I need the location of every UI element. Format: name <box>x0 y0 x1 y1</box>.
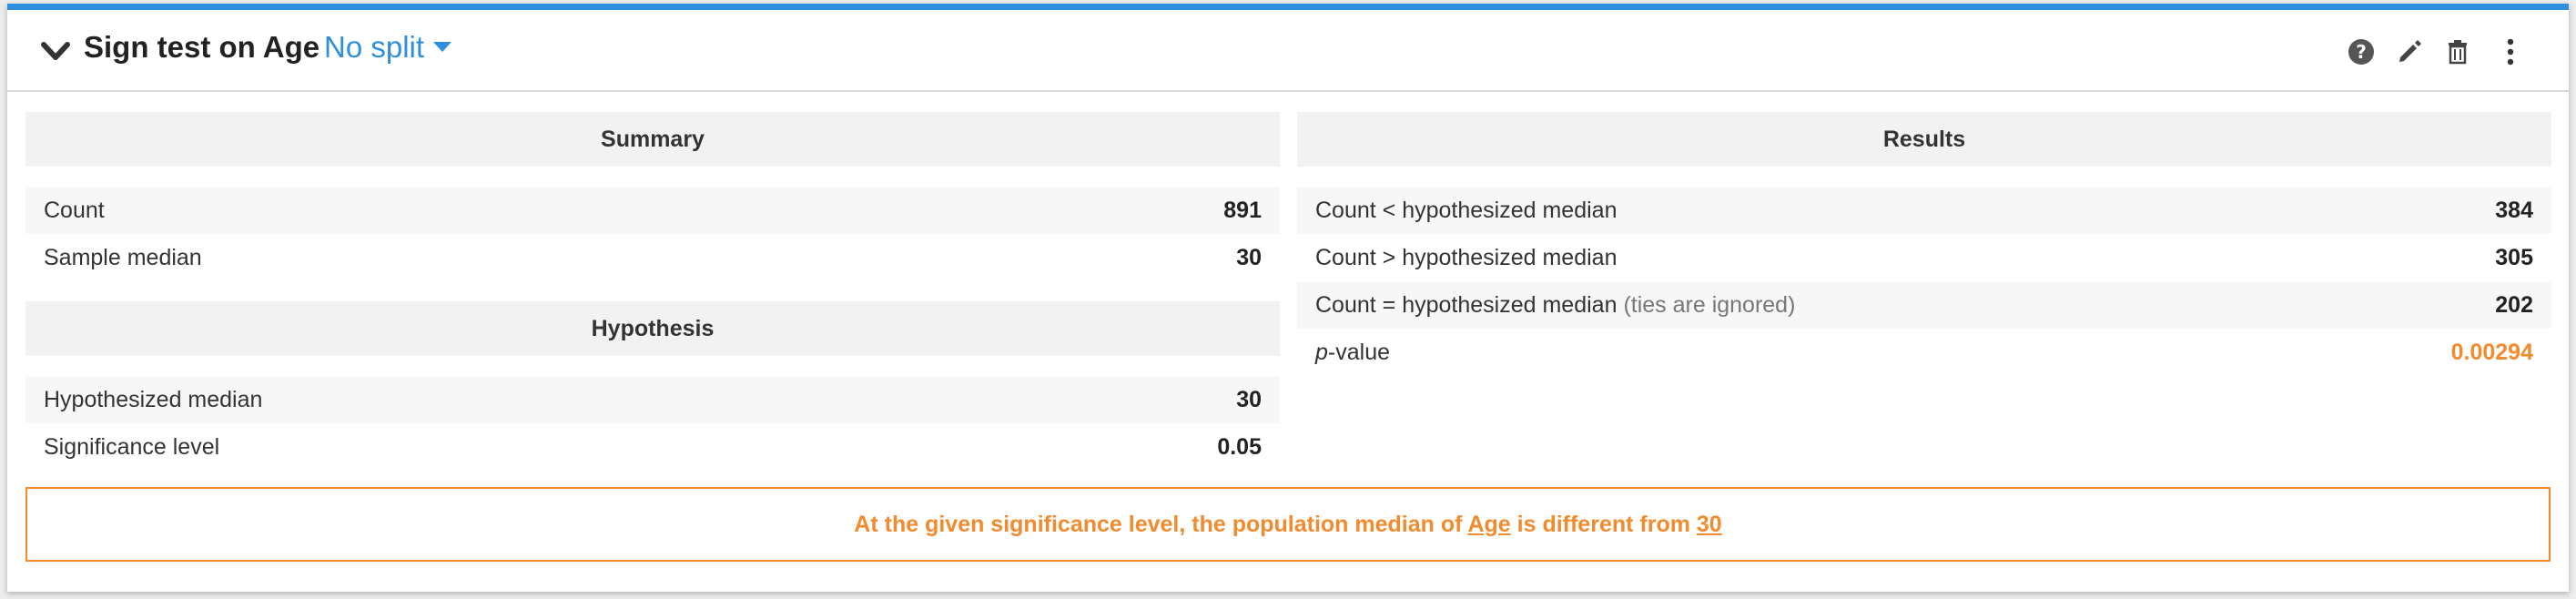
row-label: Count <box>44 197 105 223</box>
row-label: Count = hypothesized median <box>1315 291 1618 318</box>
hypothesis-rows: Hypothesized median 30 Significance leve… <box>25 376 1280 471</box>
summary-rows: Count 891 Sample median 30 <box>25 187 1280 281</box>
results-row-less: Count < hypothesized median 384 <box>1297 187 2551 234</box>
more-vertical-icon[interactable] <box>2501 37 2520 66</box>
row-label: Sample median <box>44 244 202 270</box>
row-label: Count < hypothesized median <box>1315 197 1618 223</box>
pvalue-label-rest: -value <box>1327 339 1390 365</box>
conclusion-variable: Age <box>1467 512 1511 537</box>
chevron-down-icon[interactable] <box>38 34 73 68</box>
results-rows: Count < hypothesized median 384 Count > … <box>1297 187 2551 376</box>
pvalue-value: 0.00294 <box>2450 339 2533 365</box>
results-header: Results <box>1297 112 2551 167</box>
row-value: 202 <box>2495 291 2533 318</box>
sign-test-card: Sign test on Age No split ? Summary Coun… <box>7 4 2569 592</box>
summary-panel: Summary Count 891 Sample median 30 Hypot… <box>25 112 1280 471</box>
edit-icon[interactable] <box>2395 37 2424 66</box>
trash-icon[interactable] <box>2443 37 2472 66</box>
split-dropdown-label: No split <box>324 30 425 64</box>
conclusion-banner: At the given significance level, the pop… <box>25 487 2551 562</box>
row-value: 30 <box>1236 244 1262 270</box>
row-label: Significance level <box>44 433 220 460</box>
row-value: 891 <box>1223 197 1262 223</box>
row-value: 30 <box>1236 386 1262 412</box>
summary-row-sample-median: Sample median 30 <box>25 234 1280 281</box>
row-value: 305 <box>2495 244 2533 270</box>
row-value: 384 <box>2495 197 2533 223</box>
card-header: Sign test on Age No split ? <box>7 10 2569 92</box>
row-label-group: Count = hypothesized median (ties are ig… <box>1315 292 1795 319</box>
row-label: Count > hypothesized median <box>1315 244 1618 270</box>
results-row-pvalue: p-value 0.00294 <box>1297 329 2551 376</box>
row-note: (ties are ignored) <box>1623 291 1796 318</box>
pvalue-label-p: p <box>1315 339 1328 365</box>
results-row-equal: Count = hypothesized median (ties are ig… <box>1297 281 2551 329</box>
conclusion-median: 30 <box>1696 512 1722 537</box>
conclusion-prefix: At the given significance level, the pop… <box>854 512 1468 537</box>
pvalue-label: p-value <box>1315 340 1390 366</box>
hypothesis-row-significance: Significance level 0.05 <box>25 423 1280 471</box>
results-panel: Results Count < hypothesized median 384 … <box>1297 112 2551 376</box>
help-icon[interactable]: ? <box>2347 37 2376 66</box>
results-row-greater: Count > hypothesized median 305 <box>1297 234 2551 281</box>
summary-row-count: Count 891 <box>25 187 1280 234</box>
card-title: Sign test on Age <box>84 30 320 64</box>
hypothesis-row-median: Hypothesized median 30 <box>25 376 1280 423</box>
row-value: 0.05 <box>1217 433 1262 460</box>
conclusion-middle: is different from <box>1510 512 1697 537</box>
summary-header: Summary <box>25 112 1280 167</box>
split-dropdown[interactable]: No split <box>324 30 452 65</box>
hypothesis-header: Hypothesis <box>25 301 1280 356</box>
caret-down-icon <box>433 41 452 52</box>
row-label: Hypothesized median <box>44 386 263 412</box>
svg-text:?: ? <box>2356 41 2367 63</box>
